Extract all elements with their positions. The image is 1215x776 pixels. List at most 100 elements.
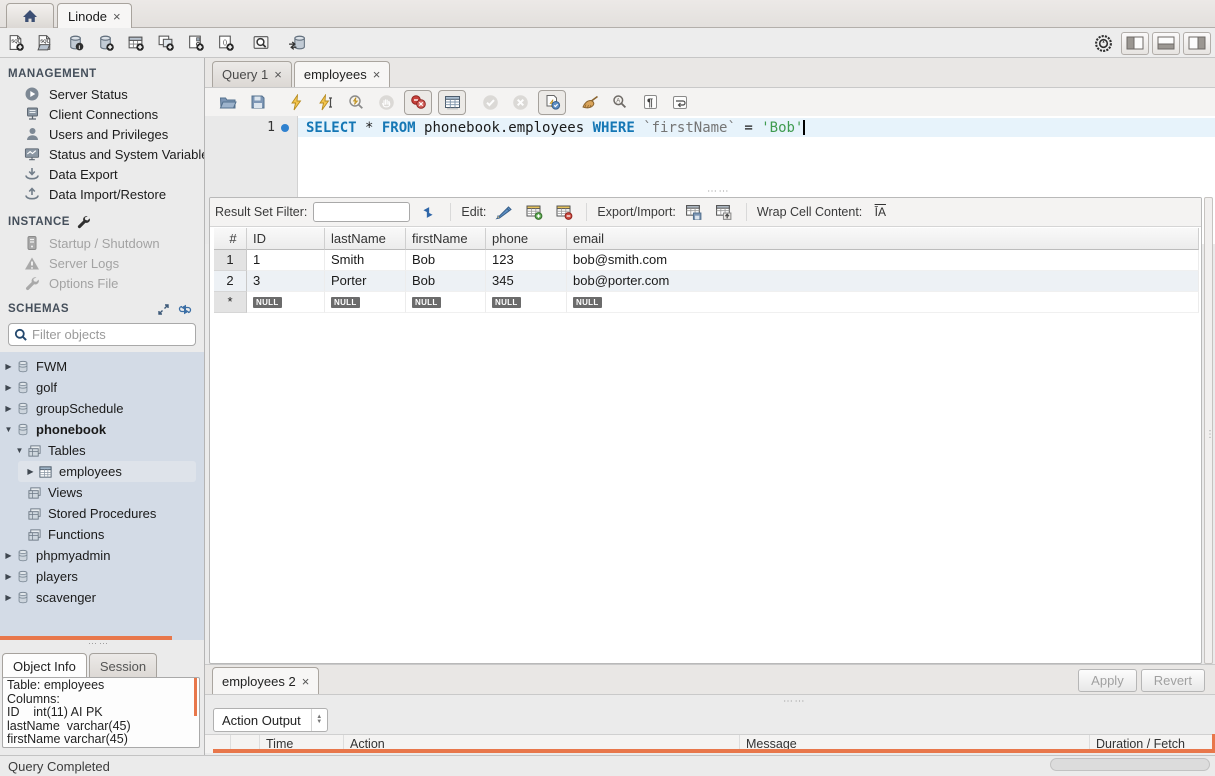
- edit-record-button[interactable]: [492, 201, 516, 223]
- schema-inspector-button[interactable]: i: [60, 30, 90, 56]
- collapsed-right-panel[interactable]: ⋯: [1204, 197, 1213, 664]
- tree-item-golf[interactable]: ▶golf: [0, 377, 204, 398]
- chevron-right-icon[interactable]: ▶: [4, 593, 13, 602]
- chevron-right-icon[interactable]: ▶: [4, 551, 13, 560]
- close-icon[interactable]: ×: [373, 67, 381, 82]
- chevron-right-icon[interactable]: ▶: [26, 467, 35, 476]
- cell[interactable]: NULL: [486, 292, 567, 313]
- schema-filter-input[interactable]: [32, 327, 182, 342]
- right-panel-handle[interactable]: ⋯: [1204, 429, 1215, 441]
- wrap-cell-toggle[interactable]: ĪA: [868, 201, 892, 223]
- chevron-down-icon[interactable]: ▼: [15, 446, 24, 455]
- column-header-firstName[interactable]: firstName: [406, 228, 486, 250]
- find-button[interactable]: A: [605, 89, 635, 115]
- sidebar-item-data-import-restore[interactable]: Data Import/Restore: [0, 184, 204, 204]
- sidebar-item-startup-shutdown[interactable]: Startup / Shutdown: [0, 233, 204, 253]
- cell[interactable]: bob@smith.com: [567, 250, 1199, 271]
- sidebar-item-server-logs[interactable]: Server Logs: [0, 253, 204, 273]
- column-header-lastName[interactable]: lastName: [325, 228, 406, 250]
- create-procedure-button[interactable]: [180, 30, 210, 56]
- connection-tab-linode[interactable]: Linode ×: [57, 3, 132, 28]
- object-info-vscrollbar[interactable]: [194, 678, 197, 716]
- output-selector[interactable]: Action Output ▲▼: [213, 708, 328, 732]
- sidebar-item-options-file[interactable]: Options File: [0, 273, 204, 293]
- close-icon[interactable]: ×: [113, 9, 121, 24]
- tree-item-groupschedule[interactable]: ▶groupSchedule: [0, 398, 204, 419]
- sidebar-item-server-status[interactable]: Server Status: [0, 84, 204, 104]
- sidebar-item-users-and-privileges[interactable]: Users and Privileges: [0, 124, 204, 144]
- editor-result-splitter[interactable]: ⋯⋯: [707, 186, 730, 197]
- toggle-left-sidebar-button[interactable]: [1121, 32, 1149, 55]
- column-header-phone[interactable]: phone: [486, 228, 567, 250]
- sidebar-item-client-connections[interactable]: Client Connections: [0, 104, 204, 124]
- chevron-right-icon[interactable]: ▶: [4, 404, 13, 413]
- open-sql-script-button[interactable]: SQL: [30, 30, 60, 56]
- column-header-email[interactable]: email: [567, 228, 1199, 250]
- cell[interactable]: Bob: [406, 250, 486, 271]
- tree-item-phonebook[interactable]: ▼phonebook: [0, 419, 204, 440]
- beautify-button[interactable]: [575, 89, 605, 115]
- sidebar-item-data-export[interactable]: Data Export: [0, 164, 204, 184]
- tree-item-phpmyadmin[interactable]: ▶phpmyadmin: [0, 545, 204, 566]
- create-view-button[interactable]: [150, 30, 180, 56]
- execute-button[interactable]: [281, 89, 311, 115]
- cell[interactable]: Smith: [325, 250, 406, 271]
- create-table-button[interactable]: [120, 30, 150, 56]
- tab-object-info[interactable]: Object Info: [2, 653, 87, 678]
- search-table-data-button[interactable]: [246, 30, 276, 56]
- tree-item-views[interactable]: Views: [0, 482, 204, 503]
- chevron-right-icon[interactable]: ▶: [4, 572, 13, 581]
- column-header-ID[interactable]: ID: [247, 228, 325, 250]
- cell[interactable]: Bob: [406, 271, 486, 292]
- toggle-bottom-panel-button[interactable]: [1152, 32, 1180, 55]
- new-row-placeholder[interactable]: *NULLNULLNULLNULLNULL: [214, 292, 1201, 313]
- chevron-right-icon[interactable]: ▶: [4, 383, 13, 392]
- save-script-button[interactable]: [243, 89, 273, 115]
- cell[interactable]: 3: [247, 271, 325, 292]
- tree-item-functions[interactable]: Functions: [0, 524, 204, 545]
- tree-item-fwm[interactable]: ▶FWM: [0, 356, 204, 377]
- tree-hscrollbar[interactable]: [0, 636, 172, 640]
- limit-rows-button[interactable]: [438, 90, 466, 115]
- execute-current-button[interactable]: [311, 89, 341, 115]
- cell[interactable]: NULL: [325, 292, 406, 313]
- show-invisibles-button[interactable]: ¶: [635, 89, 665, 115]
- tree-item-scavenger[interactable]: ▶scavenger: [0, 587, 204, 608]
- cell[interactable]: NULL: [567, 292, 1199, 313]
- toggle-autocommit-button[interactable]: [538, 90, 566, 115]
- cell[interactable]: 345: [486, 271, 567, 292]
- cell[interactable]: 123: [486, 250, 567, 271]
- table-row[interactable]: 11SmithBob123bob@smith.com: [214, 250, 1201, 271]
- cell[interactable]: Porter: [325, 271, 406, 292]
- preferences-button[interactable]: [1088, 30, 1118, 56]
- revert-button[interactable]: Revert: [1141, 669, 1205, 692]
- result-filter-input[interactable]: [313, 202, 410, 222]
- tree-item-players[interactable]: ▶players: [0, 566, 204, 587]
- insert-row-button[interactable]: [522, 201, 546, 223]
- column-header-num[interactable]: #: [214, 228, 247, 250]
- tab-employees-2[interactable]: employees 2×: [212, 667, 319, 694]
- output-hscrollbar[interactable]: [213, 749, 1215, 753]
- spinner-arrows-icon[interactable]: ▲▼: [311, 709, 327, 731]
- delete-row-button[interactable]: [552, 201, 576, 223]
- close-icon[interactable]: ×: [302, 674, 310, 689]
- refresh-schemas-icon[interactable]: [178, 303, 192, 316]
- cell[interactable]: NULL: [406, 292, 486, 313]
- export-results-button[interactable]: [682, 201, 706, 223]
- tree-item-tables[interactable]: ▼Tables: [0, 440, 204, 461]
- import-results-button[interactable]: [712, 201, 736, 223]
- table-row[interactable]: 23PorterBob345bob@porter.com: [214, 271, 1201, 292]
- expand-schemas-icon[interactable]: [157, 303, 170, 316]
- new-query-tab-button[interactable]: SQL: [0, 30, 30, 56]
- tab-query-1[interactable]: Query 1×: [212, 61, 292, 87]
- reconnect-dbms-button[interactable]: [282, 30, 312, 56]
- close-icon[interactable]: ×: [274, 67, 282, 82]
- tree-item-employees[interactable]: ▶employees: [0, 461, 204, 482]
- chevron-down-icon[interactable]: ▼: [4, 425, 13, 434]
- toggle-right-sidebar-button[interactable]: [1183, 32, 1211, 55]
- explain-button[interactable]: [341, 89, 371, 115]
- cell[interactable]: NULL: [247, 292, 325, 313]
- bottom-scrollbar-thumb[interactable]: [1050, 758, 1210, 771]
- result-grid[interactable]: #IDlastNamefirstNamephoneemail11SmithBob…: [214, 228, 1201, 313]
- toggle-stop-on-error-button[interactable]: [404, 90, 432, 115]
